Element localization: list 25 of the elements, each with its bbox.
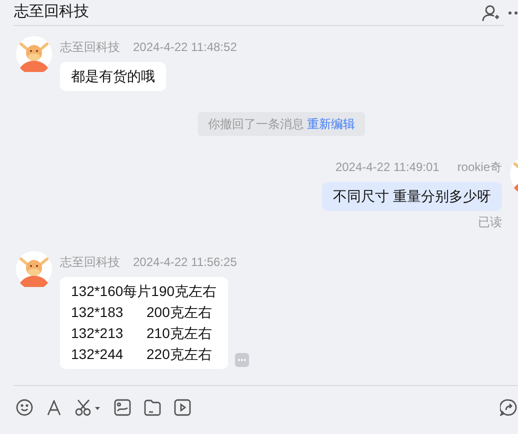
message-time: 2024-4-22 11:48:52: [133, 39, 237, 56]
more-icon[interactable]: [508, 10, 518, 14]
scissors-icon[interactable]: [75, 399, 101, 416]
message-bubble: 都是有货的哦: [60, 62, 166, 91]
image-icon[interactable]: [114, 399, 131, 416]
emoji-icon[interactable]: [16, 399, 33, 416]
read-status: 已读: [478, 214, 502, 231]
font-icon[interactable]: [46, 400, 62, 416]
add-contact-icon[interactable]: [482, 4, 500, 22]
message-bubble: 132*160每片190克左右 132*183 200克左右 132*213 210克左右 132*244 220克左右: [60, 277, 228, 369]
message-time: 2024-4-22 11:56:25: [133, 254, 237, 271]
sender-name: 志至回科技: [60, 254, 120, 271]
sender-name: rookie奇: [457, 159, 502, 176]
folder-icon[interactable]: [144, 399, 161, 416]
sender-name: 志至回科技: [60, 39, 120, 56]
recall-notice: 你撤回了一条消息 重新编辑: [198, 112, 366, 136]
avatar-icon[interactable]: [510, 156, 518, 192]
video-icon[interactable]: [174, 399, 191, 416]
avatar-icon[interactable]: [16, 251, 52, 287]
message-time: 2024-4-22 11:49:01: [335, 159, 440, 176]
chat-title: 志至回科技: [14, 2, 89, 22]
message-bubble: 不同尺寸 重量分别多少呀: [322, 182, 502, 211]
reedit-link[interactable]: 重新编辑: [307, 117, 356, 131]
share-icon[interactable]: [500, 399, 517, 416]
avatar-icon[interactable]: [16, 36, 52, 72]
